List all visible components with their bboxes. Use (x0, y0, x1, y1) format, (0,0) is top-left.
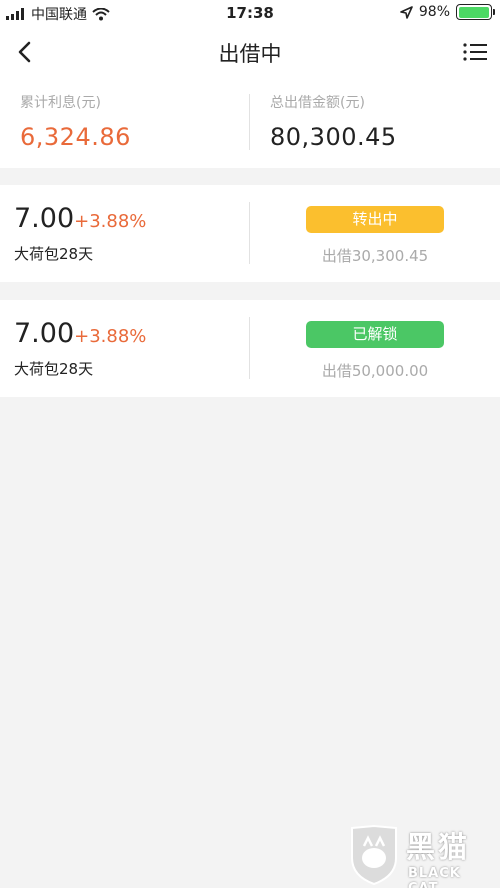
status-bar: 中国联通 17:38 98% (0, 0, 500, 26)
rate-bonus: +3.88% (74, 211, 147, 232)
battery-level (458, 6, 489, 18)
rate-base: 7.00 (14, 318, 75, 349)
interest-value: 6,324.86 (20, 123, 131, 151)
loan-amount: 出借50,000.00 (321, 362, 429, 380)
battery-icon (456, 4, 495, 20)
nav-bar: 出借中 (0, 26, 500, 80)
status-badge: 已解锁 (306, 321, 444, 348)
list-icon (463, 43, 487, 61)
product-name: 大荷包28天 (14, 360, 94, 378)
loan-amount: 出借30,300.45 (321, 247, 429, 265)
loan-card[interactable]: 7.00+3.88% 大荷包28天 转出中 出借30,300.45 (0, 185, 500, 282)
total-label: 总出借金额(元) (270, 95, 365, 111)
rate-base: 7.00 (14, 203, 75, 234)
loan-card[interactable]: 7.00+3.88% 大荷包28天 已解锁 出借50,000.00 (0, 300, 500, 397)
watermark: 黑猫 BLACK CAT (346, 824, 496, 888)
interest-summary: 累计利息(元) 6,324.86 (20, 92, 131, 151)
status-right: 98% (400, 4, 495, 20)
loan-rate: 7.00+3.88% (14, 203, 146, 234)
menu-button[interactable] (462, 40, 488, 64)
watermark-text: 黑猫 (406, 830, 471, 864)
rate-bonus: +3.88% (74, 326, 147, 347)
location-arrow-icon (400, 5, 413, 19)
page-title: 出借中 (218, 42, 282, 66)
watermark-subtext: BLACK CAT (408, 866, 461, 888)
summary-panel: 累计利息(元) 6,324.86 总出借金额(元) 80,300.45 (0, 80, 500, 168)
loan-rate: 7.00+3.88% (14, 318, 146, 349)
battery-percent: 98% (418, 4, 450, 20)
summary-divider (249, 94, 250, 150)
total-summary: 总出借金额(元) 80,300.45 (270, 92, 397, 151)
interest-label: 累计利息(元) (20, 95, 101, 111)
total-value: 80,300.45 (270, 123, 397, 151)
product-name: 大荷包28天 (14, 245, 94, 263)
status-badge: 转出中 (306, 206, 444, 233)
cat-logo-icon (351, 824, 397, 886)
